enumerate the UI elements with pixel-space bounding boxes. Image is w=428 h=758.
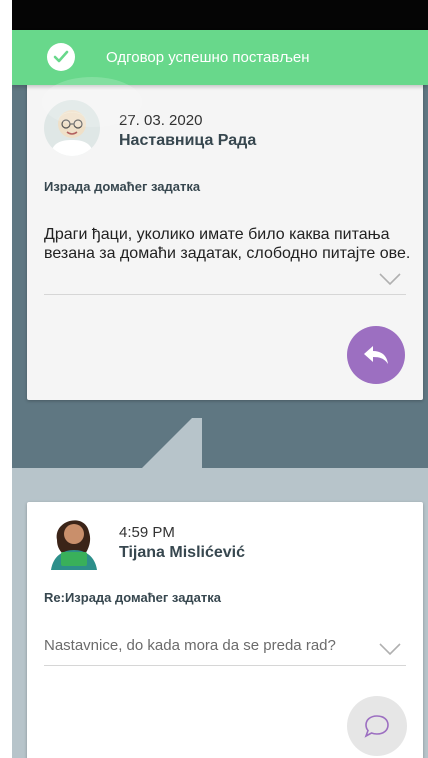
student-avatar (45, 510, 103, 570)
post-body-fade (27, 265, 423, 289)
chevron-down-icon[interactable] (379, 642, 401, 656)
post-author: Наставница Рада (119, 132, 257, 149)
reply-subject: Re:Израда домаћег задатка (44, 590, 222, 605)
toast-message: Одговор успешно постављен (106, 49, 310, 66)
post-subject: Израда домаћег задатка (44, 179, 201, 194)
reply-card: 4:59 PM Tijana Mislićević Re:Израда дома… (27, 502, 423, 758)
comment-icon (364, 715, 389, 738)
reply-body: Nastavnice, do kada mora da se preda rad… (44, 637, 336, 654)
reply-pointer (142, 418, 192, 468)
check-circle-icon (47, 43, 75, 71)
toast-ghost (42, 77, 142, 127)
reply-time: 4:59 PM (119, 524, 175, 541)
screen-edge (0, 0, 12, 758)
reply-button[interactable] (347, 326, 405, 384)
reply-icon (364, 346, 388, 364)
post-divider (44, 294, 406, 295)
reply-divider (44, 665, 406, 666)
app-screen: 27. 03. 2020 Наставница Рада Израда дома… (12, 0, 428, 758)
success-toast: Одговор успешно постављен (12, 30, 428, 127)
chevron-down-icon[interactable] (379, 272, 401, 286)
reply-pointer-stem (192, 418, 202, 468)
original-post-card: 27. 03. 2020 Наставница Рада Израда дома… (27, 82, 423, 400)
reply-author: Tijana Mislićević (119, 544, 245, 561)
status-bar (12, 0, 428, 30)
comment-button[interactable] (347, 696, 407, 756)
